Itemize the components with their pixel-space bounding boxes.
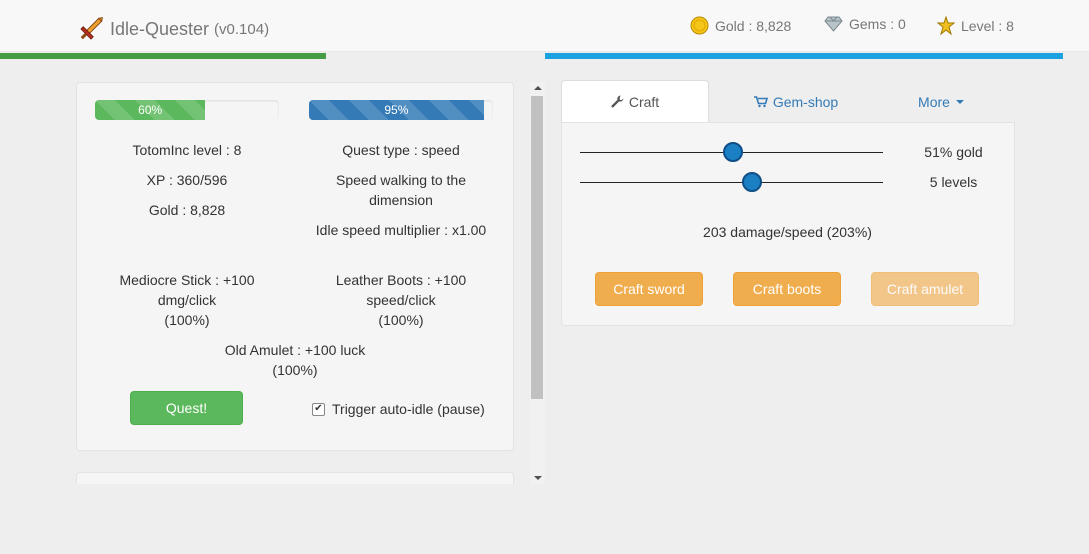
- auto-idle-label: Trigger auto-idle (pause): [332, 401, 485, 417]
- scrollbar-thumb[interactable]: [531, 96, 543, 399]
- tab-craft[interactable]: Craft: [561, 80, 709, 123]
- tab-gem-shop-label: Gem-shop: [772, 93, 839, 110]
- quest-top-bar: [545, 53, 1063, 59]
- auto-idle-checkbox[interactable]: ✔: [312, 402, 325, 416]
- level-label: Level : 8: [961, 18, 1014, 34]
- boots-line3: (100%): [378, 312, 424, 328]
- gems-stat: Gems : 0: [824, 16, 906, 32]
- quest-progress-fill: 95%: [309, 100, 484, 120]
- craft-sword-button[interactable]: Craft sword: [595, 272, 703, 306]
- tab-craft-label: Craft: [628, 93, 660, 110]
- quest-type: Quest type : speed: [342, 142, 460, 158]
- boots-line1: Leather Boots : +100: [335, 272, 467, 288]
- xp-progress-fill: 60%: [95, 100, 206, 120]
- amulet-line2: (100%): [272, 362, 318, 378]
- scroll-down-arrow-icon[interactable]: [534, 476, 542, 480]
- gold-coin-icon: [690, 16, 709, 35]
- levels-slider-handle[interactable]: [742, 172, 762, 192]
- quest-desc-line2: dimension: [369, 192, 433, 208]
- xp-progress-bar: 60%: [95, 100, 279, 120]
- caret-down-icon: [955, 99, 964, 104]
- gems-label: Gems : 0: [849, 16, 906, 32]
- craft-result: 203 damage/speed (203%): [703, 224, 872, 240]
- level-stat: Level : 8: [937, 16, 1014, 36]
- cart-icon: [753, 95, 768, 107]
- craft-boots-button[interactable]: Craft boots: [733, 272, 841, 306]
- levels-slider-track[interactable]: [580, 182, 883, 183]
- gem-icon: [824, 16, 843, 32]
- levels-slider-label: 5 levels: [929, 174, 978, 190]
- quest-progress-bar: 95%: [309, 100, 493, 120]
- tab-more-label: More: [918, 93, 950, 110]
- app-version: (v0.104): [214, 20, 270, 38]
- quest-button[interactable]: Quest!: [130, 391, 243, 425]
- wrench-icon: [611, 95, 624, 108]
- auto-idle-toggle[interactable]: ✔ Trigger auto-idle (pause): [312, 401, 485, 417]
- gold-slider-label: 51% gold: [924, 144, 983, 160]
- quest-desc-line1: Speed walking to the: [336, 172, 466, 188]
- gold-label: Gold : 8,828: [715, 17, 792, 34]
- scroll-up-arrow-icon[interactable]: [534, 86, 542, 90]
- weapon-line3: (100%): [164, 312, 210, 328]
- gold-slider-handle[interactable]: [723, 142, 743, 162]
- amulet-line1: Old Amulet : +100 luck: [224, 342, 366, 358]
- idle-multiplier: Idle speed multiplier : x1.00: [315, 222, 487, 238]
- tab-more[interactable]: More: [891, 80, 991, 123]
- app-title: Idle-Quester: [110, 18, 210, 39]
- xp-top-bar: [0, 53, 326, 59]
- navbar: Idle-Quester (v0.104) Gold : 8,828 Gems …: [0, 0, 1089, 52]
- player-level: TotomInc level : 8: [132, 142, 242, 158]
- tab-gem-shop[interactable]: Gem-shop: [721, 80, 871, 123]
- level-star-icon: [937, 16, 955, 36]
- boots-line2: speed/click: [366, 292, 436, 308]
- weapon-line2: dmg/click: [157, 292, 217, 308]
- player-gold: Gold : 8,828: [148, 202, 226, 218]
- craft-amulet-button[interactable]: Craft amulet: [871, 272, 979, 306]
- craft-tabs: Craft Gem-shop More: [561, 80, 1015, 123]
- sword-logo-icon: [80, 17, 103, 40]
- gold-stat: Gold : 8,828: [690, 16, 791, 35]
- weapon-line1: Mediocre Stick : +100: [119, 272, 255, 288]
- brand[interactable]: Idle-Quester (v0.104): [76, 14, 269, 44]
- player-xp: XP : 360/596: [146, 172, 228, 188]
